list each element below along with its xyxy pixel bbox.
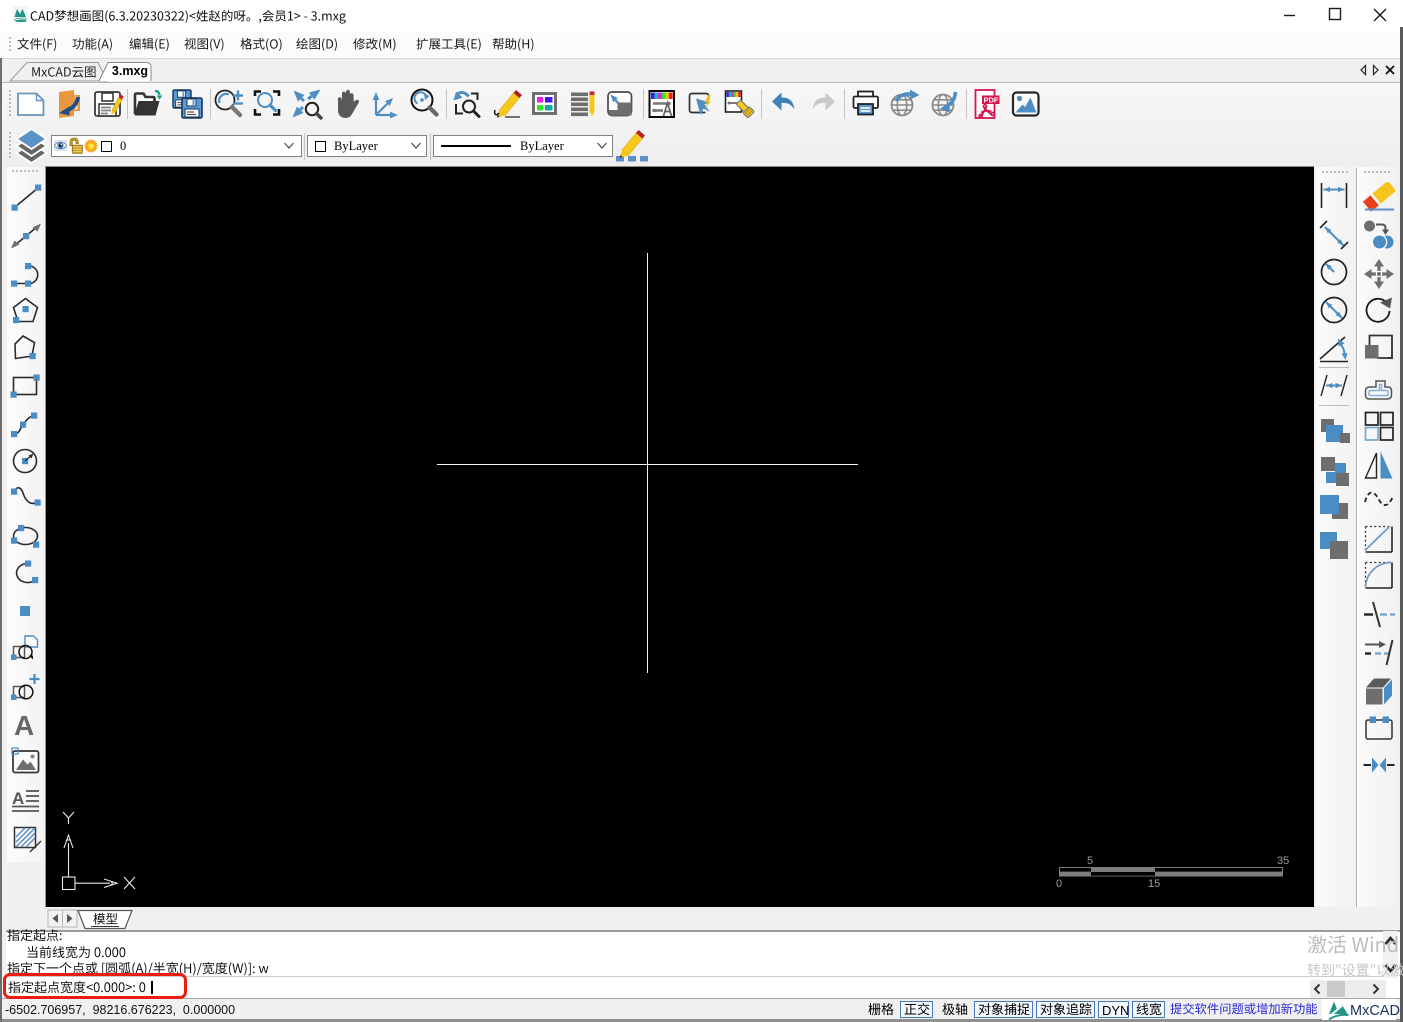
svg-text:A: A [14, 710, 34, 740]
svg-text:5: 5 [1087, 855, 1093, 867]
svg-text:15: 15 [1148, 878, 1160, 889]
svg-text:35: 35 [1277, 855, 1289, 867]
svg-text:0: 0 [1056, 878, 1062, 889]
svg-text:A: A [12, 789, 24, 808]
svg-text:PDF: PDF [984, 95, 999, 104]
